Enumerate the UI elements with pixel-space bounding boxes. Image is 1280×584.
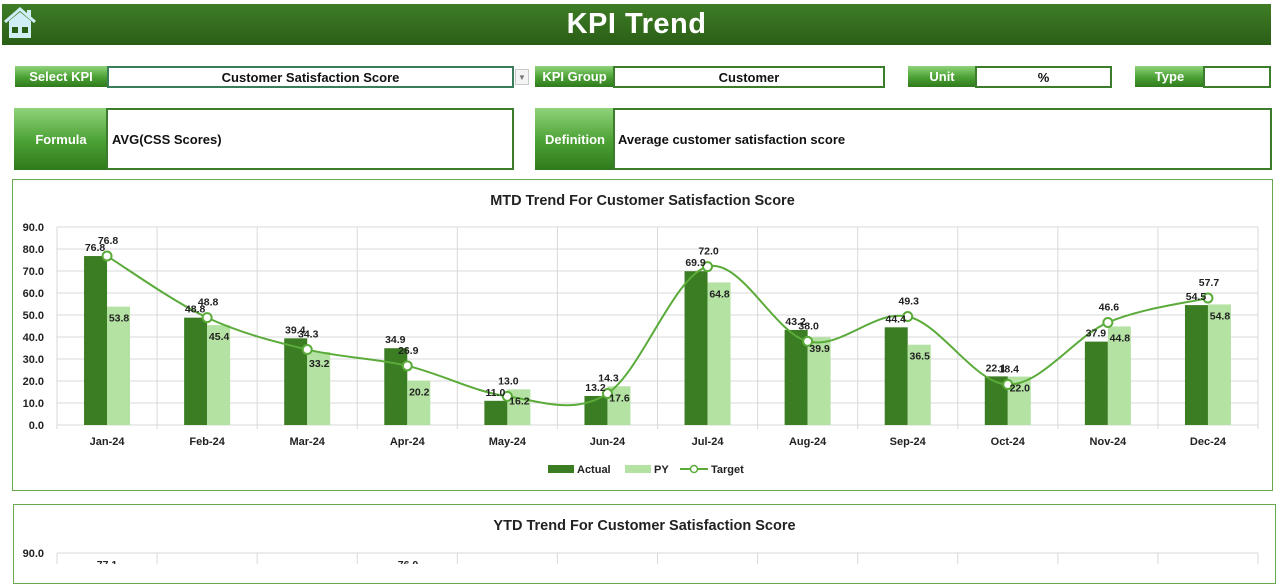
x-tick-label: Dec-24 [1190,436,1227,448]
legend-label-actual: Actual [577,464,611,476]
y-tick-label: 40.0 [23,332,44,344]
bar-py [707,282,731,425]
data-label-target: 13.0 [498,375,519,387]
data-label-py: 36.5 [909,351,930,363]
data-label-target: 48.8 [198,297,219,309]
data-label-py: 17.6 [609,392,630,404]
data-label-py: 64.8 [709,288,730,300]
bar-actual [884,327,908,425]
y-tick-label: 50.0 [23,310,44,322]
legend-label-py: PY [654,464,669,476]
data-label-actual: 37.9 [1086,328,1107,340]
y-tick-label: 80.0 [23,244,44,256]
bar-py [1207,304,1231,425]
target-marker [301,344,313,356]
y-tick-label: 30.0 [23,354,44,366]
bar-actual [384,348,408,425]
ytd-chart-panel: YTD Trend For Customer Satisfaction Scor… [13,504,1276,584]
data-label-py: 39.9 [809,343,830,355]
x-tick-label: May-24 [489,436,527,448]
data-label-target: 72.0 [698,246,719,258]
data-label-py: 53.8 [109,313,130,325]
data-label-py: 44.8 [1110,332,1131,344]
mtd-chart: 0.0 10.0 20.0 30.0 40.0 50.0 60.0 70.0 80.0 90.0 J… [23,222,1259,476]
data-label-target: 18.4 [999,364,1020,376]
target-marker [1102,316,1114,328]
data-label-py: 54.8 [1210,310,1231,322]
legend-label-target: Target [711,464,744,476]
data-label-target: 26.9 [398,345,419,357]
x-tick-label: Jun-24 [590,436,626,448]
target-marker [401,360,413,372]
data-label-target: 46.6 [1099,301,1120,313]
data-label-py: 16.2 [509,395,530,407]
x-tick-label: Feb-24 [189,436,225,448]
x-tick-label: Apr-24 [390,436,426,448]
data-label-target: 34.3 [298,329,319,341]
data-label-target: 76.8 [98,235,119,247]
bar-actual [484,400,508,425]
data-label-py: 20.2 [409,387,430,399]
y-tick-label: 0.0 [29,420,44,432]
data-label-py: 45.4 [209,331,230,343]
data-label-actual: 11.0 [485,387,505,399]
data-label-py: 22.0 [1010,383,1031,395]
bar-actual [1184,305,1208,425]
y-tick-label: 90.0 [23,222,44,234]
data-label-actual: 54.5 [1186,291,1207,303]
data-label-target: 49.3 [898,296,919,308]
bar-actual [1084,341,1108,425]
data-label-actual: 69.9 [685,257,706,269]
y-tick-label: 70.0 [23,266,44,278]
x-tick-label: Mar-24 [289,436,325,448]
y-tick-label: 60.0 [23,288,44,300]
data-label-target: 14.3 [598,373,619,385]
data-label-target: 38.0 [798,320,819,332]
x-tick-label: Sep-24 [890,436,927,448]
data-label-actual: 44.4 [885,313,906,325]
y-tick-label: 10.0 [23,398,44,410]
legend-marker-target [689,464,699,474]
x-tick-label: Oct-24 [991,436,1026,448]
x-tick-label: Jul-24 [692,436,725,448]
x-tick-label: Aug-24 [789,436,827,448]
x-tick-label: Nov-24 [1090,436,1128,448]
data-label-py: 33.2 [309,358,330,370]
y-tick-label: 20.0 [23,376,44,388]
bar-actual [684,271,708,425]
bar-actual [184,317,208,425]
ytd-chart-title: YTD Trend For Customer Satisfaction Scor… [493,518,796,534]
legend-swatch-actual [548,465,574,473]
bar-actual [84,256,108,425]
data-label-target: 57.7 [1199,277,1220,289]
x-tick-label: Jan-24 [90,436,126,448]
legend-swatch-py [625,465,651,473]
